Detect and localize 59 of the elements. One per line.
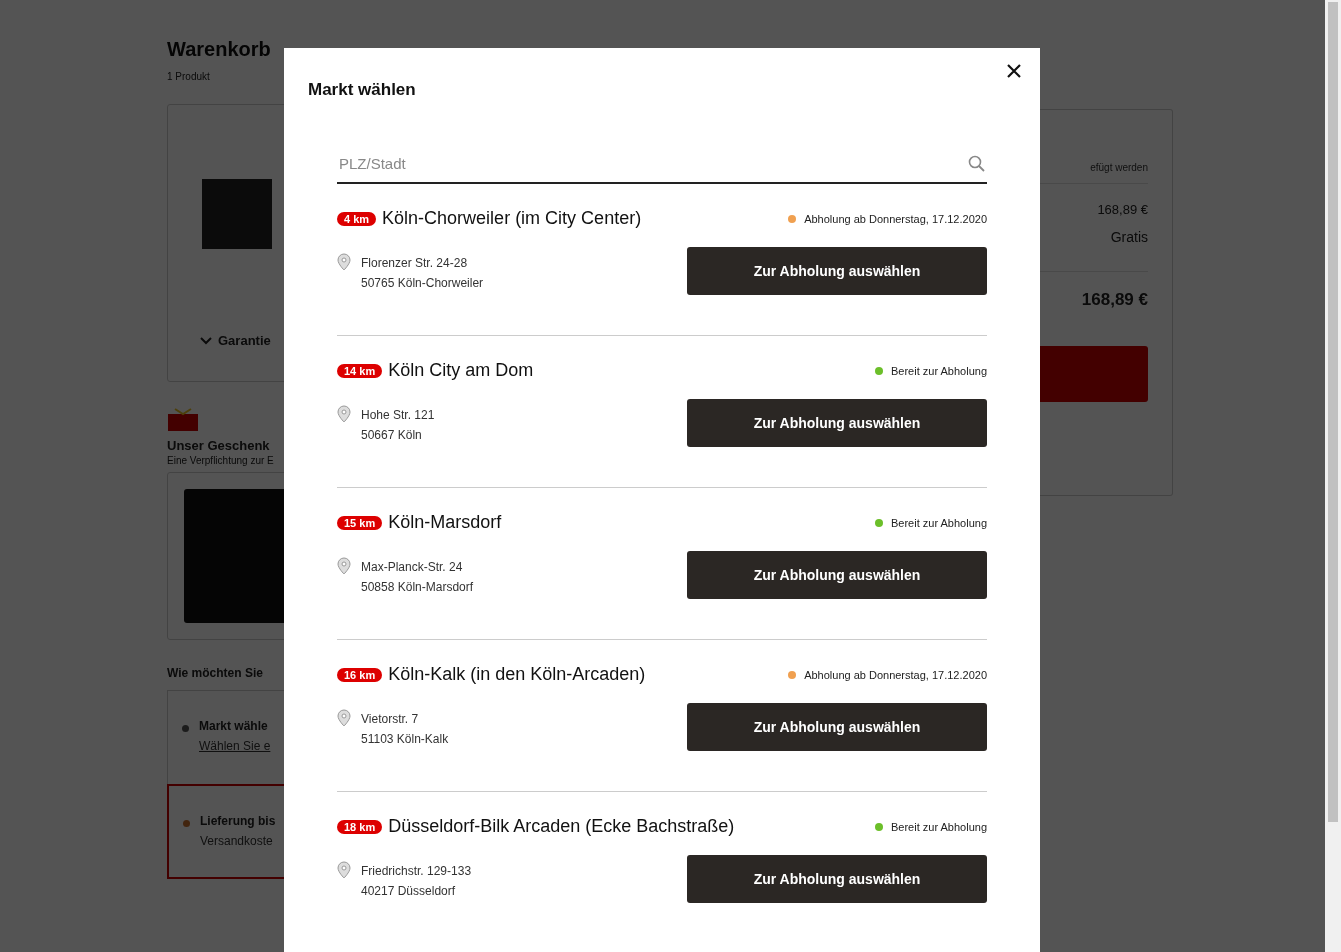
- close-icon: [1007, 63, 1021, 78]
- gift-title: Unser Geschenk: [167, 438, 271, 453]
- page-title: Warenkorb: [167, 38, 272, 61]
- warranty-label: Garantie: [218, 333, 271, 348]
- street-address: Hohe Str. 121: [361, 407, 435, 424]
- store-name: Köln-Kalk (in den Köln-Arcaden): [388, 664, 646, 685]
- store-name: Köln-Marsdorf: [388, 512, 502, 533]
- availability-status: Abholung ab Donnerstag, 17.12.2020: [804, 668, 987, 681]
- distance-badge: 18 km: [337, 819, 383, 834]
- street-address: Vietorstr. 7: [361, 711, 420, 728]
- select-pickup-button[interactable]: Zur Abholung auswählen: [687, 551, 987, 599]
- city-address: 50765 Köln-Chorweiler: [361, 275, 484, 292]
- option-title: Lieferung bis: [200, 814, 276, 828]
- availability-status: Bereit zur Abholung: [891, 364, 987, 377]
- city-address: 50858 Köln-Marsdorf: [361, 579, 474, 596]
- city-address: 50667 Köln: [361, 427, 423, 444]
- availability-status: Bereit zur Abholung: [891, 820, 987, 833]
- store-name: Köln City am Dom: [388, 360, 534, 381]
- chevron-down-icon: [200, 336, 212, 345]
- distance-badge: 15 km: [337, 515, 383, 530]
- select-pickup-button[interactable]: Zur Abholung auswählen: [687, 247, 987, 295]
- map-pin-icon: [337, 557, 351, 575]
- street-address: Max-Planck-Str. 24: [361, 559, 464, 576]
- modal-title: Markt wählen: [308, 80, 417, 100]
- shipping-value: Gratis: [1110, 229, 1148, 245]
- store-name: Düsseldorf-Bilk Arcaden (Ecke Bachstraße): [388, 816, 735, 837]
- option-subtitle: Wählen Sie e: [199, 739, 271, 753]
- gift-icon: [167, 408, 199, 432]
- select-pickup-button[interactable]: Zur Abholung auswählen: [687, 855, 987, 903]
- option-title: Markt wähle: [199, 719, 269, 733]
- summary-note: efügt werden: [1090, 162, 1148, 173]
- availability-status: Abholung ab Donnerstag, 17.12.2020: [804, 212, 987, 225]
- map-pin-icon: [337, 253, 351, 271]
- select-pickup-button[interactable]: Zur Abholung auswählen: [687, 703, 987, 751]
- map-pin-icon: [337, 709, 351, 727]
- city-address: 40217 Düsseldorf: [361, 883, 457, 900]
- gift-text: Eine Verpflichtung zur E: [167, 455, 275, 466]
- street-address: Friedrichstr. 129-133: [361, 863, 472, 880]
- delivery-heading: Wie möchten Sie: [167, 666, 264, 680]
- availability-status: Bereit zur Abholung: [891, 516, 987, 529]
- distance-badge: 4 km: [337, 211, 377, 226]
- subtotal-value: 168,89 €: [1097, 202, 1148, 217]
- map-pin-icon: [337, 405, 351, 423]
- total-value: 168,89 €: [1081, 290, 1148, 310]
- map-pin-icon: [337, 861, 351, 879]
- option-subtitle: Versandkoste: [200, 834, 274, 848]
- radio-dot: [182, 725, 189, 732]
- distance-badge: 16 km: [337, 667, 383, 682]
- search-icon: [968, 155, 985, 172]
- radio-dot: [183, 820, 190, 827]
- photo-placeholder: [202, 179, 272, 249]
- product-count: 1 Produkt: [167, 71, 211, 82]
- scrollbar-thumb[interactable]: [1328, 2, 1338, 822]
- store-name: Köln-Chorweiler (im City Center): [382, 208, 642, 229]
- scrollbar[interactable]: [1325, 0, 1341, 952]
- city-address: 51103 Köln-Kalk: [361, 731, 449, 748]
- street-address: Florenzer Str. 24-28: [361, 255, 469, 272]
- select-pickup-button[interactable]: Zur Abholung auswählen: [687, 399, 987, 447]
- distance-badge: 14 km: [337, 363, 383, 378]
